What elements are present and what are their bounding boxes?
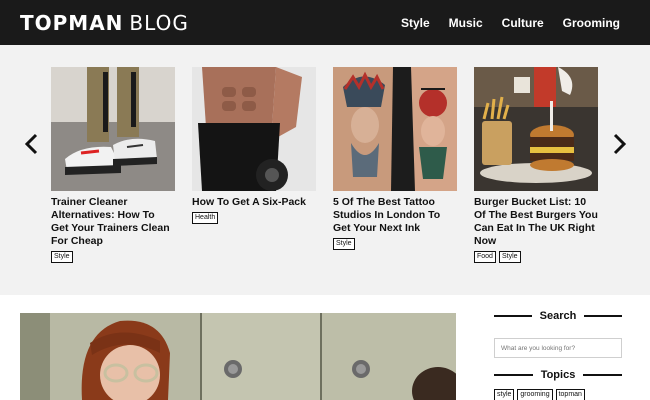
search-heading-label: Search <box>539 310 577 322</box>
article-thumbnail[interactable] <box>51 67 175 191</box>
article-title[interactable]: How To Get A Six-Pack <box>192 196 316 209</box>
heading-rule <box>584 315 623 317</box>
topic-tags: style grooming topman <box>494 389 585 400</box>
topics-heading-label: Topics <box>540 369 576 381</box>
nav-music[interactable]: Music <box>449 16 483 30</box>
article-tags: Health <box>192 212 316 224</box>
heading-rule <box>494 374 533 376</box>
article-title[interactable]: 5 Of The Best Tattoo Studios In London T… <box>333 196 457 235</box>
tag-style[interactable]: Style <box>51 251 73 263</box>
article-tags: Style <box>51 251 175 263</box>
tag-health[interactable]: Health <box>192 212 219 224</box>
chevron-left-icon[interactable] <box>22 131 42 157</box>
main-nav: Style Music Culture Grooming <box>382 16 620 30</box>
article-card[interactable]: How To Get A Six-Pack Health <box>192 67 316 224</box>
article-card[interactable]: Burger Bucket List: 10 Of The Best Burge… <box>474 67 598 263</box>
nav-style[interactable]: Style <box>401 16 430 30</box>
article-title[interactable]: Burger Bucket List: 10 Of The Best Burge… <box>474 196 598 248</box>
search-input[interactable] <box>494 338 622 358</box>
article-card[interactable]: 5 Of The Best Tattoo Studios In London T… <box>333 67 457 250</box>
article-title[interactable]: Trainer Cleaner Alternatives: How To Get… <box>51 196 175 248</box>
site-logo[interactable]: TOPMAN BLOG <box>20 11 189 35</box>
featured-article-image[interactable] <box>20 313 456 400</box>
topic-topman[interactable]: topman <box>555 389 585 400</box>
featured-carousel: Trainer Cleaner Alternatives: How To Get… <box>0 45 650 295</box>
search-heading: Search <box>494 310 623 322</box>
tag-style[interactable]: Style <box>498 251 521 263</box>
tag-food[interactable]: Food <box>474 251 496 263</box>
logo-blog-label: BLOG <box>129 11 189 35</box>
article-card[interactable]: Trainer Cleaner Alternatives: How To Get… <box>51 67 175 263</box>
article-tags: Style <box>333 238 457 250</box>
article-tags: Food Style <box>474 251 598 263</box>
logo-wordmark: TOPMAN <box>20 11 124 35</box>
topics-heading: Topics <box>494 369 623 381</box>
topic-style[interactable]: style <box>494 389 515 400</box>
heading-rule <box>583 374 623 376</box>
topic-grooming[interactable]: grooming <box>517 389 553 400</box>
article-thumbnail[interactable] <box>333 67 457 191</box>
site-header: TOPMAN BLOG Style Music Culture Grooming <box>0 0 650 45</box>
article-thumbnail[interactable] <box>474 67 598 191</box>
chevron-right-icon[interactable] <box>609 131 629 157</box>
heading-rule <box>494 315 532 317</box>
article-thumbnail[interactable] <box>192 67 316 191</box>
nav-culture[interactable]: Culture <box>502 16 544 30</box>
nav-grooming[interactable]: Grooming <box>563 16 620 30</box>
tag-style[interactable]: Style <box>333 238 355 250</box>
